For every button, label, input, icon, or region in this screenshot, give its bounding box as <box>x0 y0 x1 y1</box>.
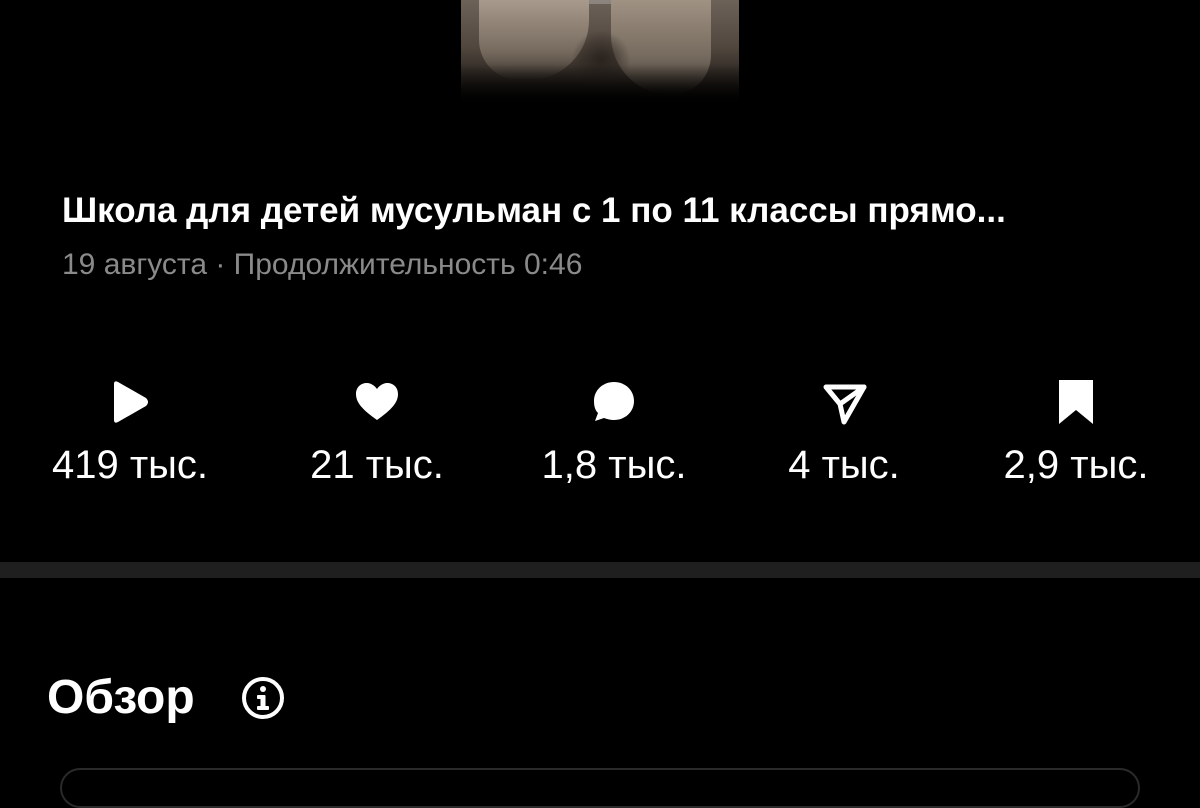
info-icon[interactable] <box>241 676 285 720</box>
video-thumbnail[interactable] <box>461 0 739 104</box>
stat-shares[interactable]: 4 тыс. <box>734 378 954 488</box>
plays-count: 419 тыс. <box>51 443 209 487</box>
comment-bubble-icon <box>504 378 724 426</box>
section-divider <box>0 562 1200 578</box>
saves-count: 2,9 тыс. <box>1003 443 1149 487</box>
video-title[interactable]: Школа для детей мусульман с 1 по 11 клас… <box>62 190 1162 232</box>
stat-plays[interactable]: 419 тыс. <box>20 378 240 488</box>
play-icon <box>20 378 240 426</box>
stat-likes[interactable]: 21 тыс. <box>267 378 487 488</box>
thumbnail-fade <box>461 64 739 104</box>
overview-title: Обзор <box>47 671 195 724</box>
bookmark-icon <box>966 378 1186 426</box>
stat-saves[interactable]: 2,9 тыс. <box>966 378 1186 488</box>
shares-count: 4 тыс. <box>788 443 900 487</box>
video-meta: 19 августа · Продолжительность 0:46 <box>62 248 583 281</box>
stats-row: 419 тыс. 21 тыс. 1,8 тыс. 4 тыс. 2,9 тыс… <box>0 378 1200 488</box>
heart-icon <box>267 378 487 426</box>
likes-count: 21 тыс. <box>310 443 444 487</box>
overview-card <box>60 768 1140 808</box>
stat-comments[interactable]: 1,8 тыс. <box>504 378 724 488</box>
send-arrow-icon <box>734 378 954 426</box>
comments-count: 1,8 тыс. <box>541 443 687 487</box>
